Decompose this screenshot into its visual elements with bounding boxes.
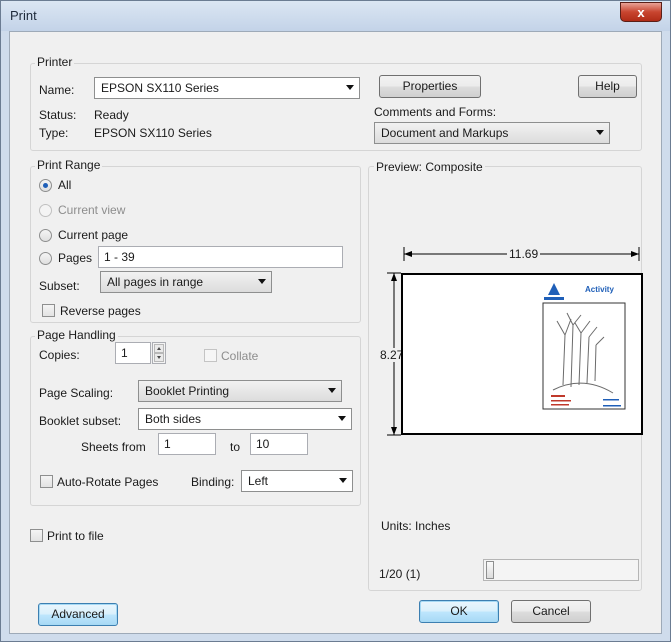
properties-button[interactable]: Properties (379, 75, 481, 98)
collate-label: Collate (221, 349, 259, 363)
ok-button[interactable]: OK (419, 600, 499, 623)
sheets-from-value: 1 (164, 437, 171, 451)
copies-value: 1 (121, 346, 128, 360)
stepper-up-icon[interactable] (154, 344, 164, 353)
current-page-label: Current page (58, 228, 129, 242)
booklet-subset-label: Booklet subset: (39, 414, 122, 428)
print-range-group-label: Print Range (35, 158, 103, 172)
width-value: 11.69 (507, 247, 541, 261)
help-button[interactable]: Help (578, 75, 637, 98)
name-label: Name: (39, 83, 75, 97)
subset-dropdown[interactable]: All pages in range (100, 271, 272, 293)
copies-stepper[interactable] (152, 342, 166, 364)
advanced-button[interactable]: Advanced (38, 603, 118, 626)
caption-line (551, 404, 569, 406)
page-counter: 1/20 (1) (379, 567, 421, 581)
caption-line (603, 399, 619, 401)
chevron-down-icon (346, 85, 354, 90)
print-dialog: Print x Printer Name: EPSON SX110 Series… (0, 0, 671, 642)
binding-dropdown[interactable]: Left (241, 470, 353, 492)
radio-pages[interactable] (39, 252, 52, 265)
preview-label: Preview: Composite (374, 160, 485, 174)
page-scaling-value: Booklet Printing (145, 384, 230, 398)
arrow-up-icon (391, 273, 397, 281)
close-button[interactable]: x (620, 2, 662, 22)
subset-value: All pages in range (107, 275, 204, 289)
caption-line (551, 400, 571, 402)
units-label: Units: Inches (381, 519, 451, 533)
print-range-group (30, 166, 361, 323)
type-label: Type: (39, 126, 69, 140)
logo-bar (544, 297, 564, 300)
window-title: Print (10, 8, 37, 23)
cancel-button[interactable]: Cancel (511, 600, 591, 623)
printer-group-label: Printer (35, 55, 75, 69)
booklet-subset-dropdown[interactable]: Both sides (138, 408, 352, 430)
collate-checkbox[interactable] (204, 349, 217, 362)
arrow-left-icon (404, 251, 412, 257)
binding-label: Binding: (191, 475, 235, 489)
radio-all[interactable] (39, 179, 52, 192)
sheets-to-value: 10 (256, 437, 270, 451)
radio-current-page[interactable] (39, 229, 52, 242)
sheets-to-label: to (230, 440, 241, 454)
status-label: Status: (39, 108, 77, 122)
type-value: EPSON SX110 Series (94, 126, 212, 140)
copies-input[interactable]: 1 (115, 342, 151, 364)
reverse-pages-label: Reverse pages (60, 304, 141, 318)
status-value: Ready (94, 108, 129, 122)
preview-page: Activity (401, 273, 643, 435)
subset-label: Subset: (39, 279, 80, 293)
caption-line (551, 395, 565, 397)
auto-rotate-checkbox[interactable] (40, 475, 53, 488)
radio-current-view[interactable] (39, 204, 52, 217)
stepper-down-icon[interactable] (154, 353, 164, 362)
chevron-down-icon (328, 388, 336, 393)
pages-label: Pages (58, 251, 93, 265)
page-scaling-dropdown[interactable]: Booklet Printing (138, 380, 342, 402)
booklet-subset-value: Both sides (145, 412, 202, 426)
printer-name-dropdown[interactable]: EPSON SX110 Series (94, 77, 360, 99)
caption-line (603, 405, 621, 407)
chevron-down-icon (338, 416, 346, 421)
chevron-down-icon (339, 478, 347, 483)
slider-thumb[interactable] (486, 561, 494, 579)
copies-label: Copies: (39, 348, 80, 362)
current-view-label: Current view (58, 203, 126, 217)
comments-forms-value: Document and Markups (381, 126, 509, 140)
preview-thumbnail (542, 283, 626, 410)
page-handling-group-label: Page Handling (35, 328, 118, 342)
preview-page-title: Activity (585, 285, 614, 294)
comments-forms-label: Comments and Forms: (374, 105, 497, 119)
sheets-to-input[interactable]: 10 (250, 433, 308, 455)
auto-rotate-label: Auto-Rotate Pages (57, 475, 159, 489)
sheets-from-input[interactable]: 1 (158, 433, 216, 455)
pages-input-value: 1 - 39 (104, 250, 135, 264)
arrow-down-icon (391, 427, 397, 435)
chevron-down-icon (596, 130, 604, 135)
logo-icon (548, 283, 560, 295)
chevron-down-icon (258, 279, 266, 284)
comments-forms-dropdown[interactable]: Document and Markups (374, 122, 610, 144)
all-label: All (58, 178, 72, 192)
print-to-file-checkbox[interactable] (30, 529, 43, 542)
print-to-file-label: Print to file (47, 529, 104, 543)
title-bar[interactable]: Print x (1, 1, 670, 31)
pages-input[interactable]: 1 - 39 (98, 246, 343, 268)
arrow-right-icon (631, 251, 639, 257)
sheets-from-label: Sheets from (81, 440, 146, 454)
binding-value: Left (248, 474, 269, 488)
reverse-pages-checkbox[interactable] (42, 304, 55, 317)
preview-page-slider[interactable] (483, 559, 639, 581)
printer-name-value: EPSON SX110 Series (101, 81, 219, 95)
tree-drawing (552, 312, 614, 394)
page-scaling-label: Page Scaling: (39, 386, 114, 400)
